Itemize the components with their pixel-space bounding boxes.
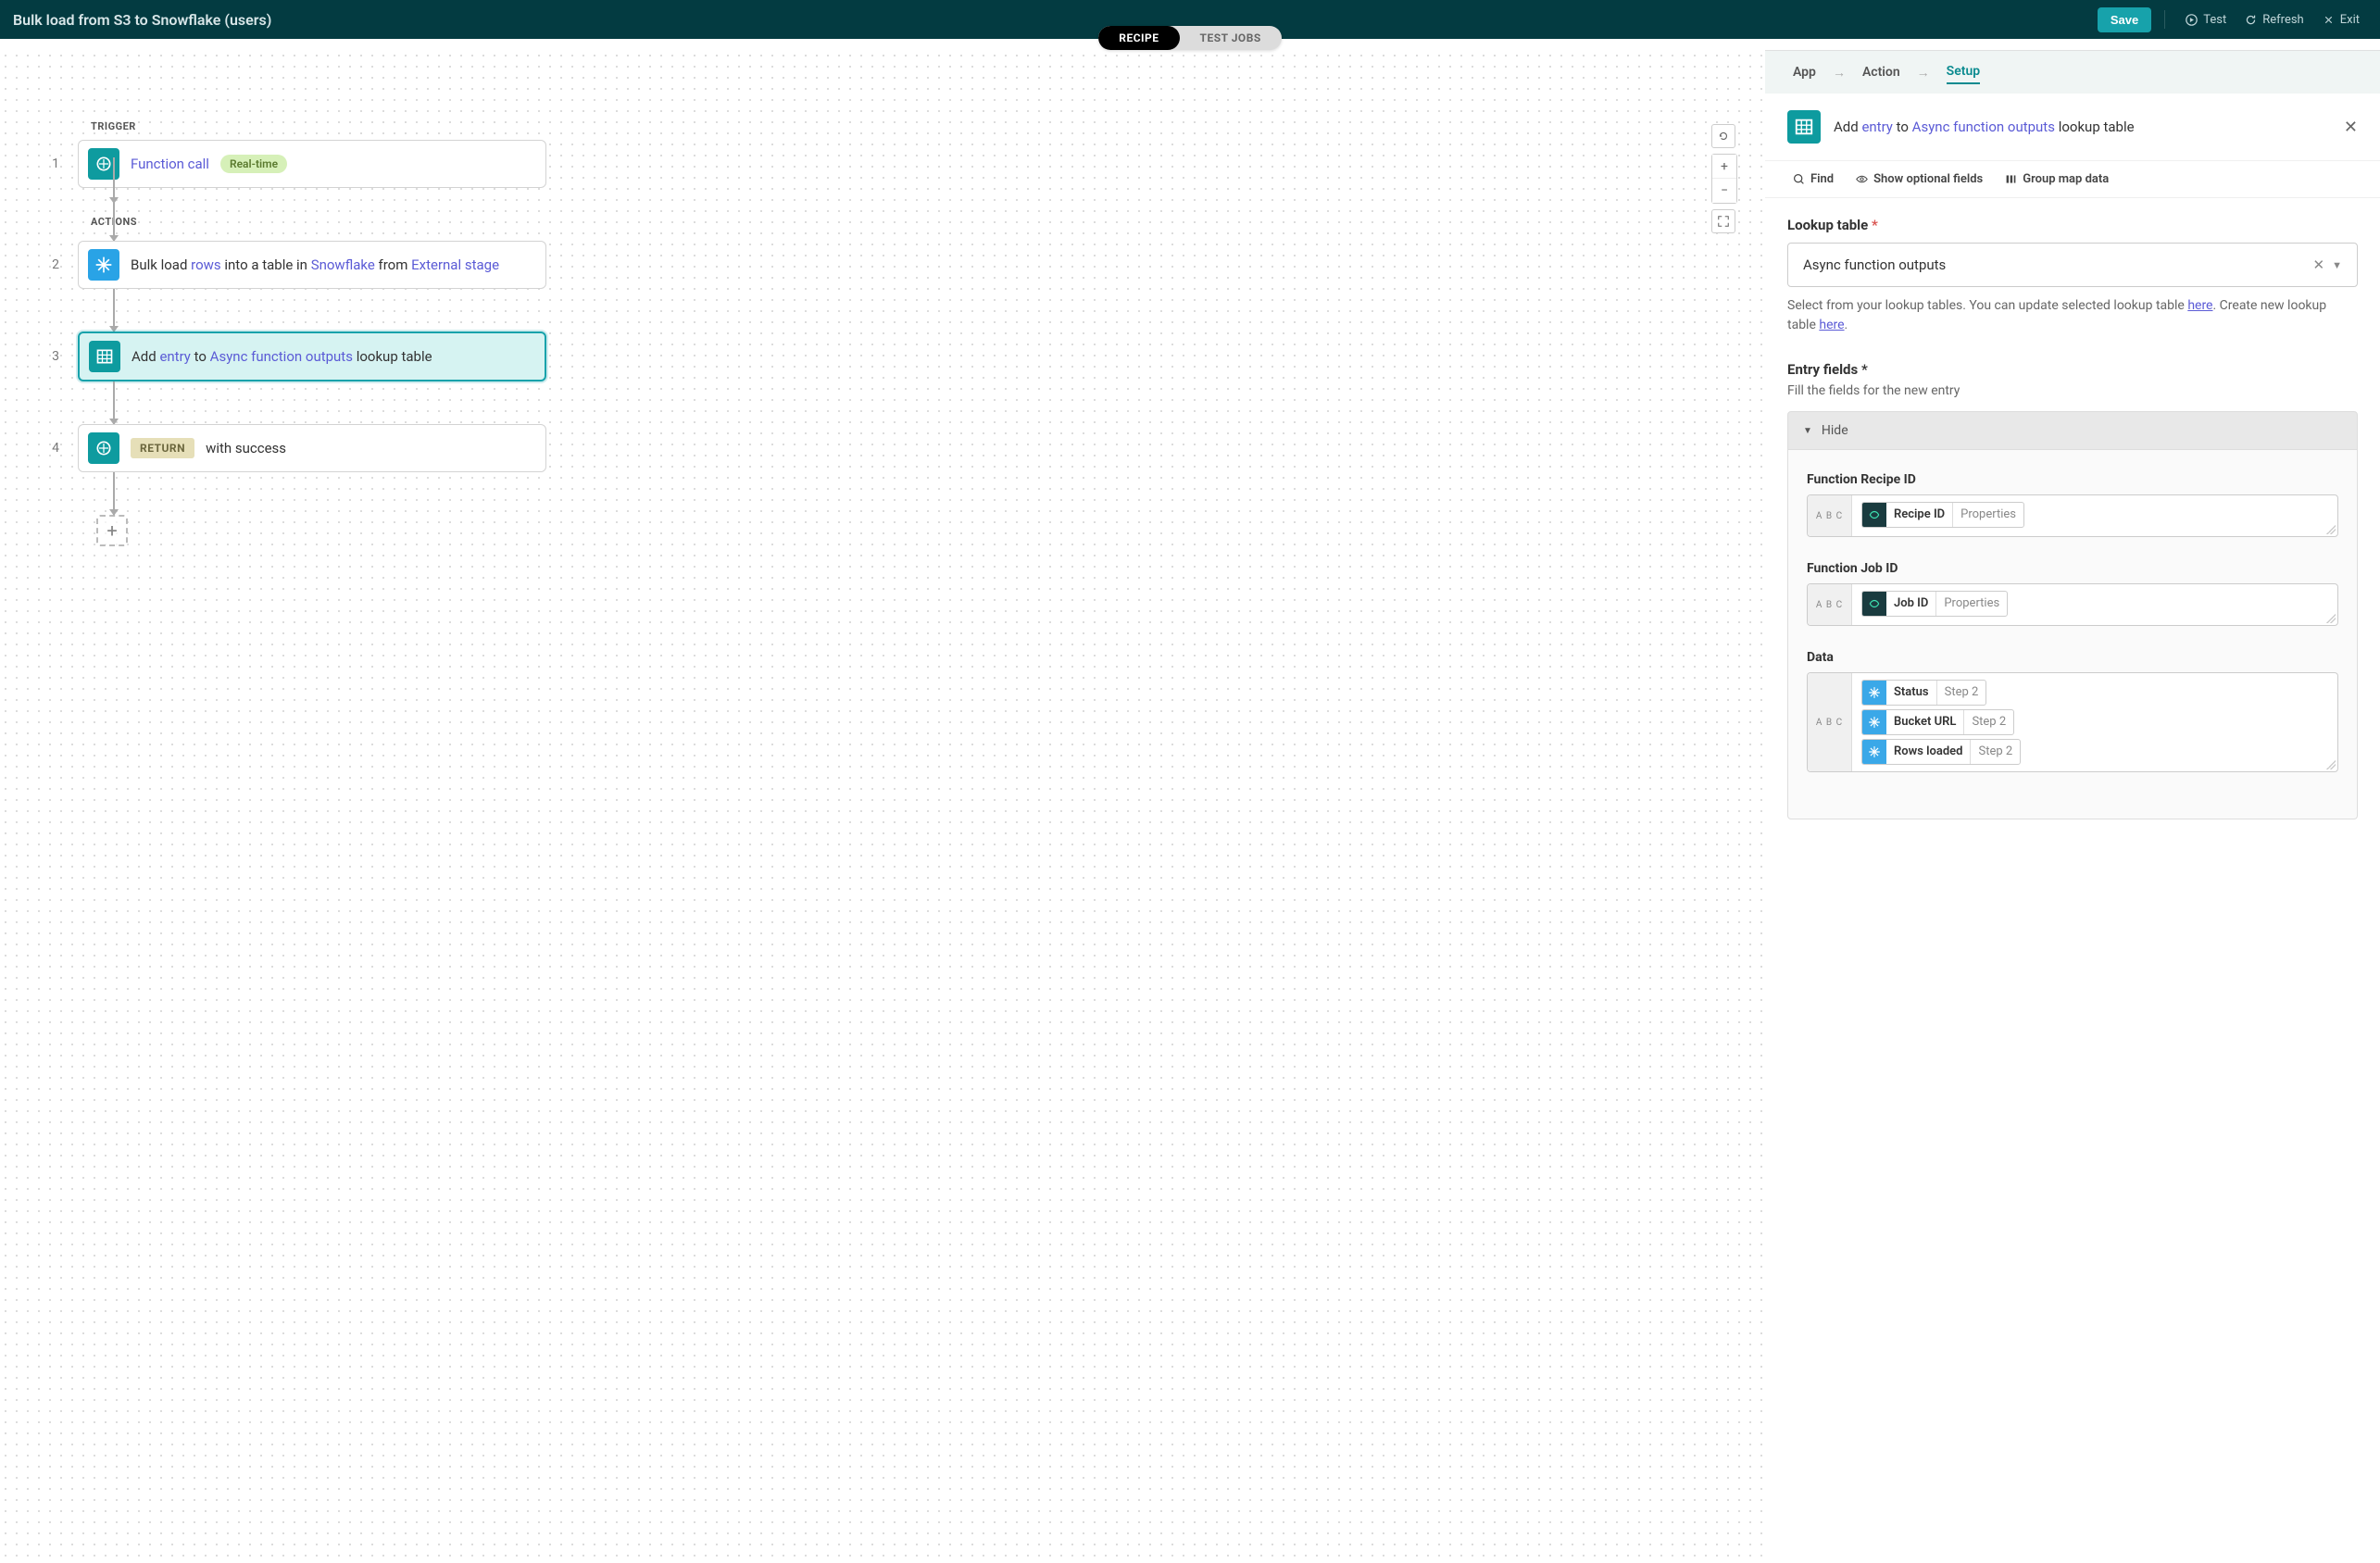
snowflake-icon xyxy=(1862,710,1886,734)
panel-breadcrumbs: App → Action → Setup xyxy=(1765,51,2380,94)
chevron-down-icon: ▼ xyxy=(1803,426,1812,436)
data-pill-input[interactable]: A B C Job IDProperties xyxy=(1807,583,2338,626)
table-icon xyxy=(1787,110,1821,144)
view-tabs: RECIPE TEST JOBS xyxy=(1098,26,1282,50)
step-bulk-load[interactable]: Bulk load rows into a table in Snowflake… xyxy=(78,241,546,289)
crumb-action[interactable]: Action xyxy=(1862,65,1900,80)
data-pill[interactable]: Rows loadedStep 2 xyxy=(1861,739,2021,765)
entry-fields-label: Entry fields * xyxy=(1787,361,2358,378)
data-pill-name: Rows loaded xyxy=(1886,740,1971,764)
actions-section-label: ACTIONS xyxy=(91,216,546,228)
data-pill[interactable]: Recipe IDProperties xyxy=(1861,502,2024,528)
resize-handle[interactable] xyxy=(2326,614,2336,623)
snowflake-icon xyxy=(88,249,119,281)
entry-field-label: Function Recipe ID xyxy=(1807,472,2338,487)
show-optional-button[interactable]: Show optional fields xyxy=(1856,172,1983,186)
create-table-link[interactable]: here xyxy=(1819,318,1844,332)
return-icon xyxy=(88,432,119,464)
table-icon xyxy=(89,341,120,372)
lookup-help-text: Select from your lookup tables. You can … xyxy=(1787,296,2358,335)
fit-view-button[interactable] xyxy=(1711,209,1735,233)
entry-field-label: Data xyxy=(1807,650,2338,665)
play-icon xyxy=(2186,14,2198,26)
realtime-badge: Real-time xyxy=(220,155,287,173)
search-icon xyxy=(1793,173,1805,185)
data-pill[interactable]: Bucket URLStep 2 xyxy=(1861,709,2014,735)
step-number: 1 xyxy=(46,156,65,171)
data-pill-source: Step 2 xyxy=(1964,710,2013,734)
step-add-entry[interactable]: Add entry to Async function outputs look… xyxy=(78,331,546,381)
data-pill[interactable]: StatusStep 2 xyxy=(1861,680,1986,706)
data-pill-source: Step 2 xyxy=(1971,740,2020,764)
recipe-canvas[interactable]: + − TRIGGER 1 Function call Real-time AC… xyxy=(0,50,1765,1563)
lookup-table-value: Async function outputs xyxy=(1803,256,1946,273)
step-trigger[interactable]: Function call Real-time xyxy=(78,140,546,188)
type-indicator: A B C xyxy=(1808,495,1852,536)
group-map-button[interactable]: Group map data xyxy=(2005,172,2109,186)
workato-icon xyxy=(1862,503,1886,527)
return-badge: RETURN xyxy=(131,438,194,458)
chevron-right-icon: → xyxy=(1917,65,1930,81)
resize-handle[interactable] xyxy=(2326,525,2336,534)
undo-button[interactable] xyxy=(1711,124,1735,148)
data-pill-source: Properties xyxy=(1953,503,2023,527)
lookup-table-select[interactable]: Async function outputs ✕ ▼ xyxy=(1787,243,2358,287)
trigger-section-label: TRIGGER xyxy=(91,120,546,132)
snowflake-icon xyxy=(1862,681,1886,705)
zoom-in-button[interactable]: + xyxy=(1712,155,1736,179)
add-step-button[interactable]: + xyxy=(96,515,128,546)
config-panel: App → Action → Setup Add entry to Async … xyxy=(1765,50,2380,1563)
undo-icon xyxy=(1717,130,1730,143)
crumb-app[interactable]: App xyxy=(1793,65,1816,80)
close-icon xyxy=(2323,14,2335,26)
zoom-out-button[interactable]: − xyxy=(1712,179,1736,203)
update-table-link[interactable]: here xyxy=(2187,298,2212,313)
chevron-right-icon: → xyxy=(1833,65,1846,81)
panel-title: Add entry to Async function outputs look… xyxy=(1834,119,2331,135)
entry-field-label: Function Job ID xyxy=(1807,561,2338,576)
data-pill[interactable]: Job IDProperties xyxy=(1861,591,2008,617)
step-return[interactable]: RETURN with success xyxy=(78,424,546,472)
lookup-table-label: Lookup table * xyxy=(1787,217,2358,233)
clear-selection-button[interactable]: ✕ xyxy=(2306,256,2333,273)
crumb-setup[interactable]: Setup xyxy=(1947,64,1980,84)
refresh-icon xyxy=(2245,14,2257,26)
type-indicator: A B C xyxy=(1808,584,1852,625)
data-pill-input[interactable]: A B C Recipe IDProperties xyxy=(1807,494,2338,537)
resize-handle[interactable] xyxy=(2326,760,2336,769)
close-panel-button[interactable]: ✕ xyxy=(2344,118,2358,137)
data-pill-source: Properties xyxy=(1936,592,2007,616)
tab-test-jobs[interactable]: TEST JOBS xyxy=(1180,26,1282,50)
workato-icon xyxy=(1862,592,1886,616)
data-pill-name: Job ID xyxy=(1886,592,1936,616)
data-pill-input[interactable]: A B CStatusStep 2Bucket URLStep 2Rows lo… xyxy=(1807,672,2338,772)
step-number: 2 xyxy=(46,257,65,272)
data-pill-source: Step 2 xyxy=(1937,681,1986,705)
step-number: 4 xyxy=(46,441,65,456)
fit-icon xyxy=(1717,215,1730,228)
data-pill-name: Bucket URL xyxy=(1886,710,1964,734)
snowflake-icon xyxy=(1862,740,1886,764)
step-number: 3 xyxy=(46,349,65,364)
collapse-toggle[interactable]: ▼ Hide xyxy=(1787,411,2358,450)
chevron-down-icon: ▼ xyxy=(2332,259,2342,271)
eye-icon xyxy=(1856,173,1868,185)
columns-icon xyxy=(2005,173,2017,185)
data-pill-name: Recipe ID xyxy=(1886,503,1953,527)
data-pill-name: Status xyxy=(1886,681,1937,705)
tab-recipe[interactable]: RECIPE xyxy=(1098,26,1179,50)
type-indicator: A B C xyxy=(1808,673,1852,771)
find-button[interactable]: Find xyxy=(1793,172,1834,186)
entry-fields-subtitle: Fill the fields for the new entry xyxy=(1787,383,2358,398)
